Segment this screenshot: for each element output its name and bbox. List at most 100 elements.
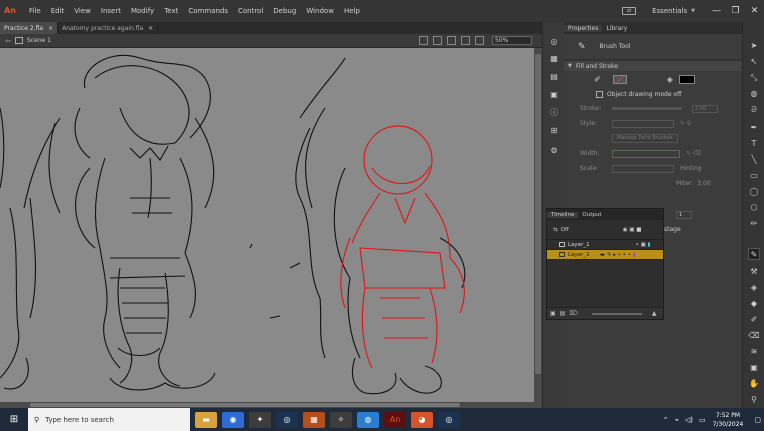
onion-skin-icon[interactable]: ⇆ [553,227,558,233]
stroke-slider[interactable] [612,107,682,110]
width-tool-icon[interactable]: ≋ [748,346,760,358]
object-drawing-icon[interactable] [596,90,603,98]
network-icon[interactable]: ⌁ [675,416,679,424]
file-explorer-icon[interactable]: ▬ [195,411,217,428]
menu-control[interactable]: Control [233,7,268,15]
close-button[interactable]: ✕ [745,6,764,16]
stage[interactable] [0,48,534,402]
swatches-icon[interactable]: ▦ [549,54,559,64]
paint-bucket-tool-icon[interactable]: ◈ [748,282,760,294]
manage-brushes-button[interactable]: Manage Paint Brushes [612,134,678,143]
onion-skin-label[interactable]: Off [561,227,569,233]
fit-icon[interactable]: ▲ [652,310,657,317]
chevron-up-icon[interactable]: ⌃ [663,416,669,424]
chrome-icon[interactable]: ◉ [222,411,244,428]
chevron-down-icon[interactable]: ▼ [691,8,695,14]
layer-name[interactable]: Layer_2 [568,252,590,258]
width-select[interactable] [612,149,680,158]
clock[interactable]: 7:52 PM 7/30/2024 [713,411,744,429]
clip-stage-icon[interactable] [475,36,484,45]
menu-insert[interactable]: Insert [96,7,126,15]
ink-bottle-tool-icon[interactable]: ◆ [748,298,760,310]
menu-text[interactable]: Text [159,7,183,15]
new-layer-icon[interactable]: ▣ [550,310,556,317]
miter-value[interactable]: 3.00 [697,180,710,187]
maximize-button[interactable]: ❐ [726,6,745,16]
close-tab-icon[interactable]: ✕ [148,25,153,32]
volume-icon[interactable]: ◁) [685,416,693,424]
back-arrow-icon[interactable]: ⇦ [5,37,11,45]
steam-icon[interactable]: ◎ [276,411,298,428]
transform-icon[interactable]: ▣ [549,90,559,100]
brush-tool-icon[interactable]: ✎ [748,248,760,260]
menu-help[interactable]: Help [339,7,365,15]
minimize-button[interactable]: — [707,6,726,16]
subselection-tool-icon[interactable]: ↖ [748,56,760,68]
menu-file[interactable]: File [24,7,46,15]
align-icon[interactable]: ▤ [549,72,559,82]
motion-presets-icon[interactable]: ⚙ [549,146,559,156]
zoom-select[interactable]: 50% [492,36,532,45]
app-icon-gray[interactable]: ✧ [330,411,352,428]
style-select[interactable] [612,119,674,128]
line-tool-icon[interactable]: ╲ [748,154,760,166]
components-icon[interactable]: ⊞ [549,126,559,136]
workspace-switcher[interactable]: Essentials [652,7,687,15]
camera-tool-icon[interactable]: ▣ [748,362,760,374]
eyedropper-tool-icon[interactable]: ✐ [748,314,760,326]
stroke-color-swatch[interactable] [612,74,627,84]
app-icon-orange[interactable]: ▦ [303,411,325,428]
info-icon[interactable]: ⓘ [549,108,559,118]
fill-stroke-header[interactable]: ▼ Fill and Stroke [564,60,742,71]
tab-timeline[interactable]: Timeline [547,211,579,218]
pen-tool-icon[interactable]: ✒ [748,122,760,134]
layer-row[interactable]: Layer_1 • ▣ ▮ [547,240,663,250]
pencil-tool-icon[interactable]: ✏ [748,218,760,230]
color-panel-icon[interactable]: ◎ [549,37,559,47]
menu-edit[interactable]: Edit [46,7,70,15]
zoom-tool-icon[interactable]: ⚲ [748,394,760,406]
sync-settings-icon[interactable]: ⇄ [622,7,637,15]
notifications-icon[interactable]: ▢ [754,416,761,424]
scroll-thumb[interactable] [30,403,460,407]
menu-modify[interactable]: Modify [126,7,159,15]
menu-debug[interactable]: Debug [268,7,301,15]
menu-window[interactable]: Window [301,7,339,15]
oval-tool-icon[interactable]: ◯ [748,186,760,198]
app-icon[interactable]: ✦ [249,411,271,428]
animate-taskbar-icon[interactable]: An [384,411,406,428]
edit-scene-icon[interactable] [433,36,442,45]
edit-style-icon[interactable]: ✎ ⚲ [680,120,691,127]
rectangle-tool-icon[interactable]: ▭ [748,170,760,182]
center-stage-icon[interactable] [461,36,470,45]
battery-icon[interactable]: ▭ [699,416,706,424]
tab-output[interactable]: Output [578,212,605,218]
layer-toggles[interactable]: • ▣ ▮ [636,242,651,248]
hand-tool-icon[interactable]: ✋ [748,378,760,390]
camera-icon[interactable] [419,36,428,45]
selection-tool-icon[interactable]: ➤ [748,40,760,52]
stage-vertical-scrollbar[interactable] [534,48,542,402]
menu-view[interactable]: View [69,7,96,15]
free-transform-tool-icon[interactable]: ⤡ [748,72,760,84]
firefox-icon[interactable]: ◕ [411,411,433,428]
polystar-tool-icon[interactable]: ⬡ [748,202,760,214]
delete-layer-icon[interactable]: ⌦ [569,310,577,317]
3d-rotation-tool-icon[interactable]: ◍ [748,88,760,100]
doc-tab-anatomy[interactable]: Anatomy practice again.fla ✕ [58,22,159,34]
draw-mode-row[interactable]: Object drawing mode off [564,87,742,101]
smoothing-value[interactable]: 1 [676,210,692,219]
zoom-slider[interactable] [591,312,642,315]
eraser-tool-icon[interactable]: ⌫ [748,330,760,342]
new-folder-icon[interactable]: ▤ [560,310,566,317]
stroke-value[interactable]: 2.00 [692,104,718,113]
bone-tool-icon[interactable]: ⚒ [748,266,760,278]
layer-name[interactable]: Layer_1 [568,242,590,248]
menu-commands[interactable]: Commands [183,7,233,15]
globe-icon[interactable]: ◍ [357,411,379,428]
tab-properties[interactable]: Properties [564,24,603,32]
visibility-icon[interactable]: ◉ ▣ ■ [623,227,642,233]
steam-icon-2[interactable]: ◎ [438,411,460,428]
windows-start-icon[interactable]: ⊞ [0,414,28,425]
doc-tab-practice[interactable]: Practice 2.fla ✕ [0,22,59,34]
